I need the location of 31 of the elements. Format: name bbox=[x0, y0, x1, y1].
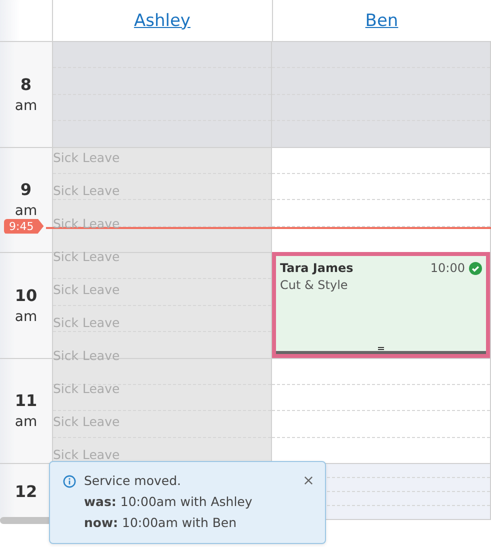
appointment-card[interactable]: Tara James 10:00 Cut & Style bbox=[272, 252, 490, 358]
leave-label: Sick Leave bbox=[53, 214, 120, 232]
leave-label: Sick Leave bbox=[53, 346, 120, 364]
hour-label: 9 bbox=[20, 180, 32, 200]
close-icon[interactable] bbox=[304, 476, 313, 485]
period-label: am bbox=[14, 308, 38, 325]
leave-label: Sick Leave bbox=[53, 148, 120, 166]
leave-label: Sick Leave bbox=[53, 446, 120, 464]
hour-label: 11 bbox=[14, 391, 38, 410]
leave-label: Sick Leave bbox=[53, 314, 120, 332]
hour-label: 12 bbox=[14, 482, 38, 501]
info-icon bbox=[63, 475, 76, 488]
client-name: Tara James bbox=[280, 261, 354, 275]
period-label: am bbox=[14, 203, 38, 220]
toast-message: Service moved. bbox=[84, 472, 182, 490]
period-label: am bbox=[14, 414, 38, 430]
service-name: Cut & Style bbox=[280, 278, 349, 292]
leave-label: Sick Leave bbox=[53, 182, 120, 200]
period-label: am bbox=[14, 98, 38, 114]
hour-label: 8 bbox=[20, 74, 32, 94]
leave-label: Sick Leave bbox=[53, 412, 120, 430]
leave-label: Sick Leave bbox=[53, 248, 120, 266]
toast-detail: now: 10:00am with Ben bbox=[84, 514, 238, 532]
leave-label: Sick Leave bbox=[53, 280, 120, 298]
staff-link[interactable]: Ashley bbox=[134, 10, 190, 30]
resize-handle-icon[interactable] bbox=[378, 347, 384, 350]
appointment-time: 10:00 bbox=[430, 261, 465, 275]
staff-link[interactable]: Ben bbox=[365, 10, 398, 30]
hour-label: 10 bbox=[14, 286, 38, 305]
leave-label: Sick Leave bbox=[53, 380, 120, 398]
toast-detail: was: 10:00am with Ashley bbox=[84, 493, 254, 511]
